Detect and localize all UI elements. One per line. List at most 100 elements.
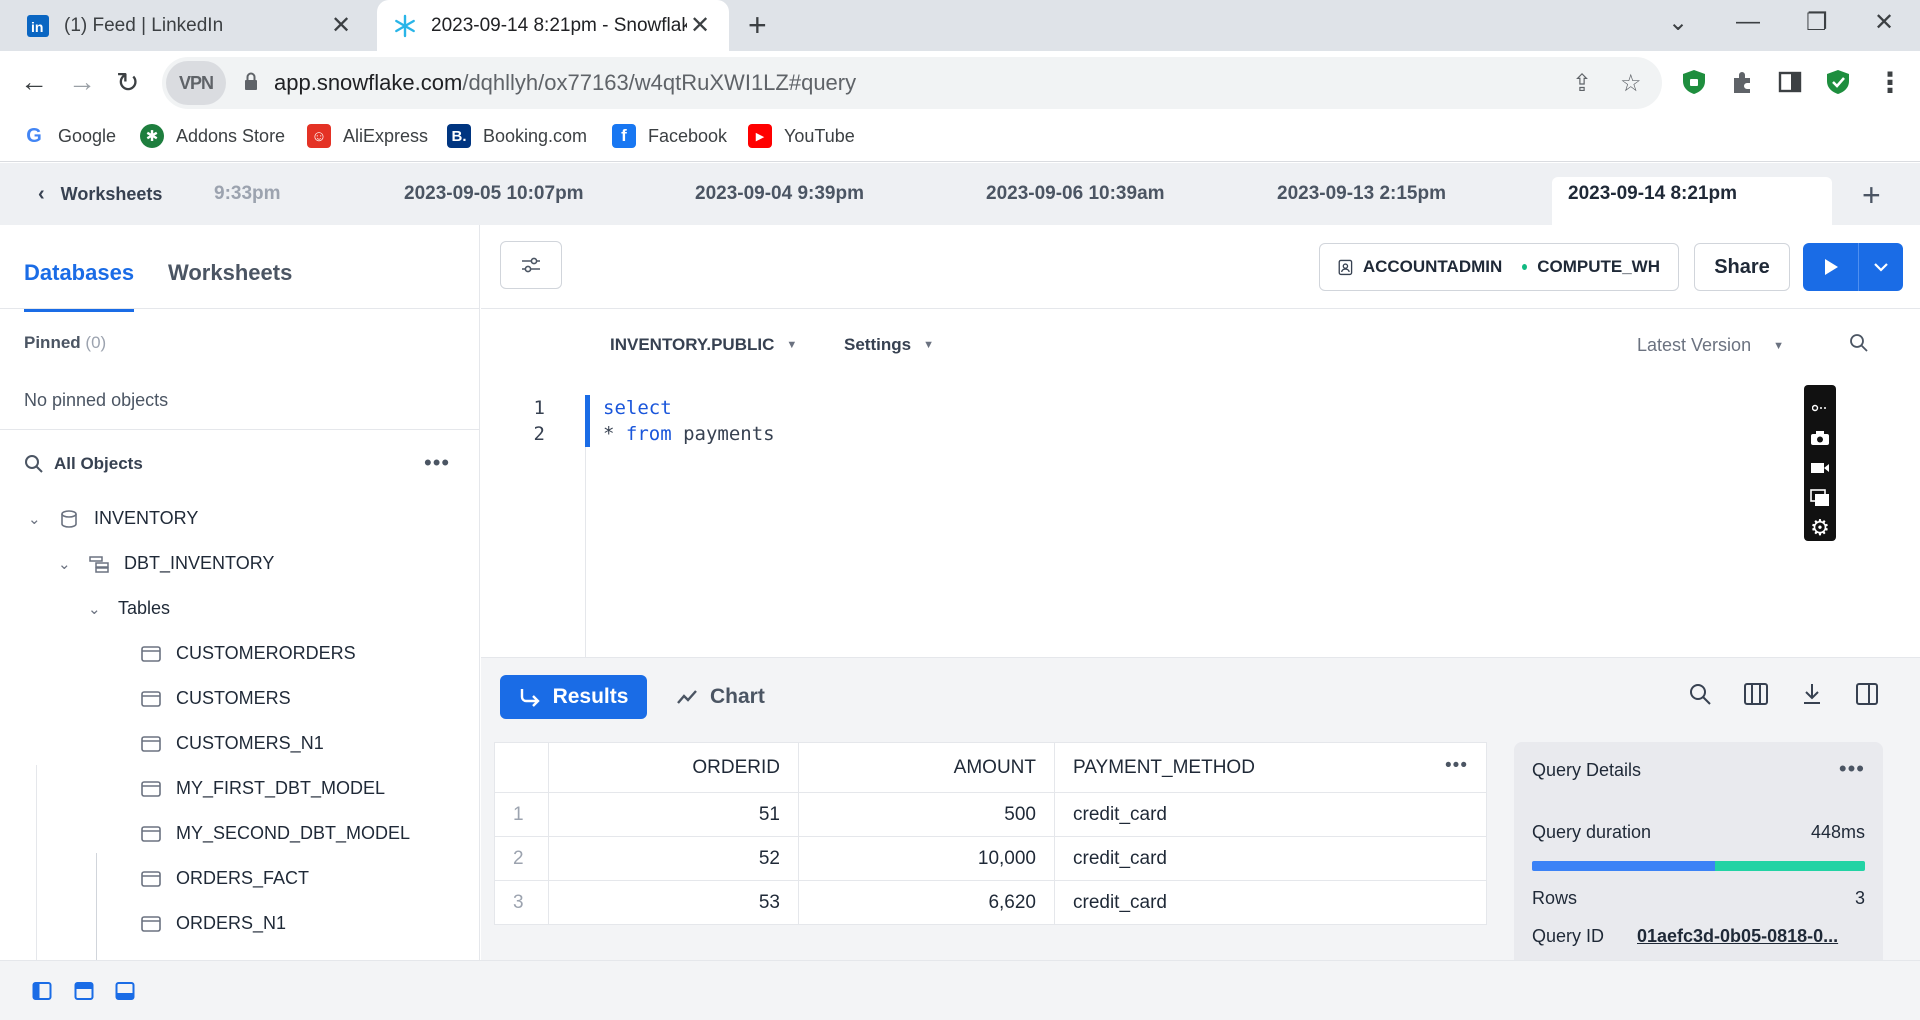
sql-editor[interactable]: 1 2 select * from payments: [481, 395, 1920, 665]
table-row[interactable]: 3 53 6,620 credit_card: [494, 880, 1487, 925]
settings-selector[interactable]: Settings ▼: [844, 335, 934, 355]
table-cell[interactable]: 500: [798, 792, 1055, 837]
column-header[interactable]: AMOUNT: [798, 742, 1055, 793]
browser-tab-linkedin[interactable]: in (1) Feed | LinkedIn ✕: [10, 0, 370, 51]
bookmark-aliexpress[interactable]: ☺ AliExpress: [307, 124, 428, 148]
chart-tab[interactable]: Chart: [676, 675, 765, 719]
worksheet-tab-active[interactable]: 2023-09-14 8:21pm: [1552, 177, 1832, 225]
tree-table[interactable]: CUSTOMERS: [140, 688, 291, 709]
all-objects-search[interactable]: All Objects: [24, 454, 143, 474]
table-cell[interactable]: 10,000: [798, 836, 1055, 881]
search-icon[interactable]: [1688, 682, 1712, 706]
filters-button[interactable]: [500, 241, 562, 289]
tree-database[interactable]: ⌄ INVENTORY: [28, 508, 198, 529]
tree-table[interactable]: ORDERS_FACT: [140, 868, 309, 889]
video-icon[interactable]: [1809, 457, 1831, 479]
share-page-icon[interactable]: ⇪: [1572, 69, 1592, 98]
row-number-header: [494, 742, 549, 793]
toggle-editor-icon[interactable]: [74, 981, 94, 1001]
table-cell[interactable]: 52: [548, 836, 799, 881]
worksheet-tab[interactable]: 9:33pm: [214, 183, 281, 205]
tree-table[interactable]: ORDERS_N1: [140, 913, 286, 934]
adblock-shield-icon[interactable]: [1680, 68, 1708, 96]
window-close-icon[interactable]: ✕: [1874, 8, 1894, 37]
context-selector[interactable]: INVENTORY.PUBLIC ▼: [610, 335, 797, 355]
column-header[interactable]: ORDERID: [548, 742, 799, 793]
bookmark-facebook[interactable]: f Facebook: [612, 124, 727, 148]
close-tab-icon[interactable]: ✕: [687, 11, 713, 40]
toggle-sidebar-icon[interactable]: [32, 981, 52, 1001]
download-icon[interactable]: [1801, 682, 1823, 706]
share-button[interactable]: Share: [1694, 243, 1790, 291]
url-text[interactable]: app.snowflake.com/dqhllyh/ox77163/w4qtRu…: [274, 70, 856, 96]
tab-databases[interactable]: Databases: [24, 260, 135, 312]
bookmark-youtube[interactable]: ▶ YouTube: [748, 124, 855, 148]
column-menu-icon[interactable]: •••: [1445, 755, 1468, 777]
browser-menu-icon[interactable]: ⋮: [1876, 66, 1904, 99]
table-cell[interactable]: 51: [548, 792, 799, 837]
minimize-icon[interactable]: —: [1736, 8, 1760, 36]
code-line: * from payments: [603, 423, 775, 445]
table-cell[interactable]: credit_card: [1054, 792, 1487, 837]
browser-tab-snowflake[interactable]: 2023-09-14 8:21pm - Snowflake ✕: [377, 0, 729, 51]
worksheets-back-button[interactable]: ‹ Worksheets: [38, 183, 162, 206]
role-warehouse-selector[interactable]: ACCOUNTADMIN COMPUTE_WH: [1319, 243, 1679, 291]
extensions-icon[interactable]: [1728, 68, 1756, 96]
run-button[interactable]: [1803, 243, 1859, 291]
query-id-link[interactable]: 01aefc3d-0b05-0818-0...: [1637, 926, 1838, 947]
tab-search-icon[interactable]: ⌄: [1668, 8, 1688, 37]
back-icon[interactable]: ←: [20, 66, 48, 98]
search-icon[interactable]: [1849, 333, 1869, 353]
tree-table[interactable]: CUSTOMERORDERS: [140, 643, 356, 664]
bookmark-star-icon[interactable]: ☆: [1620, 69, 1642, 98]
window-capture-icon[interactable]: [1809, 487, 1831, 509]
tree-folder-tables[interactable]: ⌄ Tables: [88, 598, 170, 619]
close-tab-icon[interactable]: ✕: [328, 11, 354, 40]
address-bar[interactable]: VPN app.snowflake.com/dqhllyh/ox77163/w4…: [162, 57, 1662, 109]
more-options-icon[interactable]: •••: [1839, 756, 1865, 782]
security-shield-icon[interactable]: [1824, 68, 1852, 96]
forward-icon[interactable]: →: [68, 66, 96, 98]
table-cell[interactable]: credit_card: [1054, 880, 1487, 925]
worksheet-tab[interactable]: 2023-09-04 9:39pm: [695, 183, 864, 205]
gear-icon[interactable]: ⚙: [1809, 515, 1831, 540]
bookmark-google[interactable]: G Google: [22, 124, 116, 148]
screen-recorder-toolbar: ⚙: [1804, 385, 1836, 541]
tree-schema[interactable]: ⌄ DBT_INVENTORY: [58, 553, 274, 574]
line-number: 1: [533, 397, 545, 419]
camera-icon[interactable]: [1809, 427, 1831, 449]
lock-icon[interactable]: [244, 72, 258, 90]
worksheet-tab[interactable]: 2023-09-05 10:07pm: [404, 183, 584, 205]
chevron-left-icon: ‹: [38, 183, 45, 205]
add-worksheet-icon[interactable]: +: [1862, 177, 1881, 214]
table-row[interactable]: 2 52 10,000 credit_card: [494, 836, 1487, 881]
worksheet-tab[interactable]: 2023-09-13 2:15pm: [1277, 183, 1446, 205]
table-row[interactable]: 1 51 500 credit_card: [494, 792, 1487, 837]
reload-icon[interactable]: ↻: [116, 66, 139, 99]
more-options-icon[interactable]: •••: [424, 450, 450, 476]
table-cell[interactable]: 53: [548, 880, 799, 925]
split-view-icon[interactable]: [1855, 682, 1879, 706]
table-cell[interactable]: 6,620: [798, 880, 1055, 925]
bookmark-addons-store[interactable]: ✱ Addons Store: [140, 124, 285, 148]
tab-worksheets[interactable]: Worksheets: [168, 260, 292, 286]
restore-icon[interactable]: ❐: [1806, 8, 1828, 37]
worksheet-tab[interactable]: 2023-09-06 10:39am: [986, 183, 1165, 205]
new-tab-icon[interactable]: +: [748, 8, 767, 42]
version-selector[interactable]: Latest Version ▼: [1637, 335, 1784, 356]
toggle-results-icon[interactable]: [115, 981, 135, 1001]
run-options-button[interactable]: [1859, 243, 1903, 291]
link-icon[interactable]: [1809, 397, 1831, 419]
columns-icon[interactable]: [1743, 682, 1769, 706]
tree-table[interactable]: MY_SECOND_DBT_MODEL: [140, 823, 410, 844]
tree-table[interactable]: CUSTOMERS_N1: [140, 733, 324, 754]
column-header-payment-method[interactable]: PAYMENT_METHOD •••: [1054, 742, 1487, 793]
vpn-badge[interactable]: VPN: [166, 61, 226, 105]
bookmark-booking[interactable]: B. Booking.com: [447, 124, 587, 148]
table-cell[interactable]: credit_card: [1054, 836, 1487, 881]
side-panel-icon[interactable]: [1776, 68, 1804, 96]
query-duration-label: Query duration: [1532, 822, 1652, 842]
tree-table[interactable]: MY_FIRST_DBT_MODEL: [140, 778, 385, 799]
results-tab[interactable]: Results: [500, 675, 647, 719]
pinned-header[interactable]: Pinned (0): [24, 333, 106, 353]
